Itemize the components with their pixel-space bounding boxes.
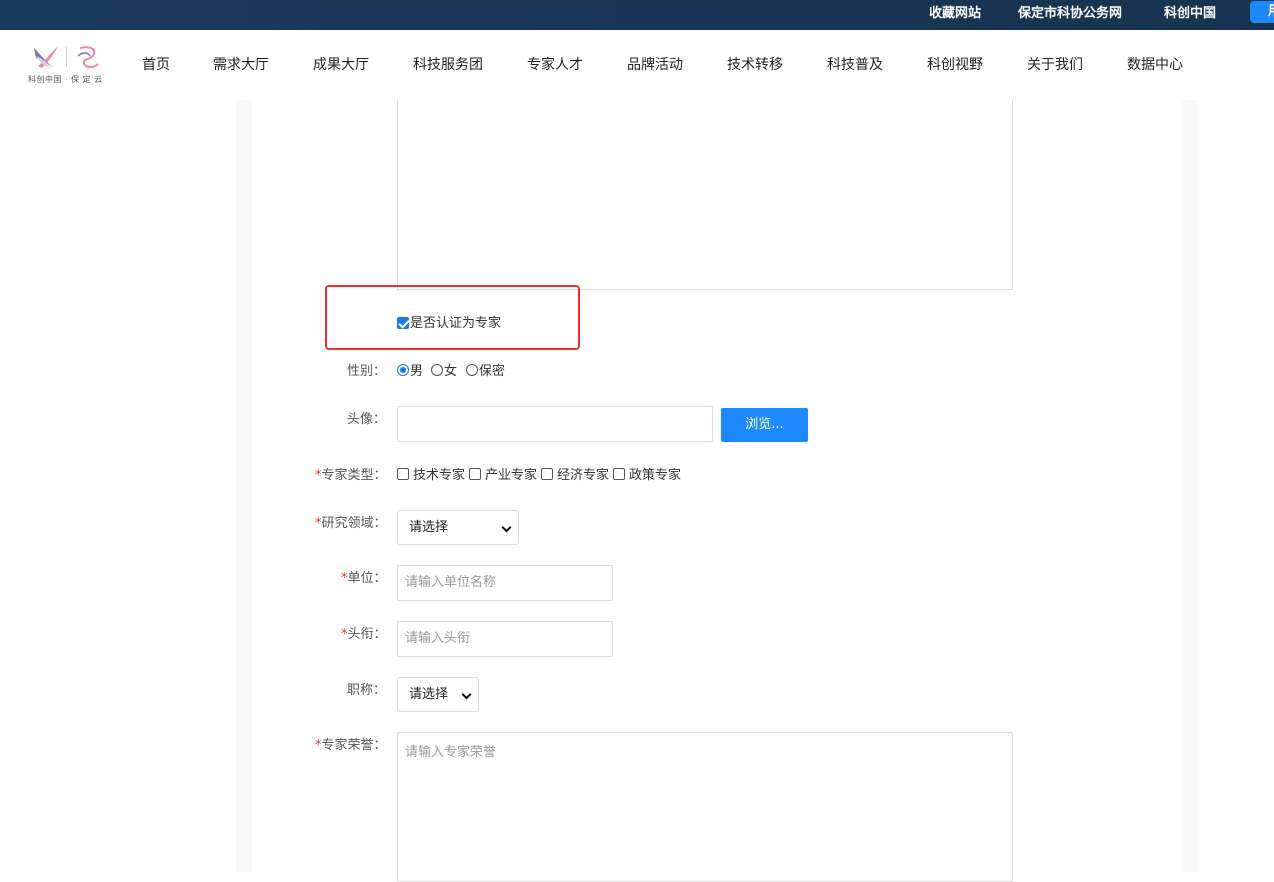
logo-separator: [66, 47, 67, 67]
site-logo[interactable]: 科创中国 · 保 定 云: [28, 44, 104, 86]
certify-expert-label: 是否认证为专家: [410, 316, 502, 331]
gender-radio-secret[interactable]: [466, 364, 478, 376]
honors-label-text: 专家荣誉：: [321, 738, 387, 753]
nav-science-popularization[interactable]: 科技普及: [827, 56, 883, 74]
gender-option-secret: 保密: [479, 364, 506, 379]
research-field-value: 请选择: [409, 520, 449, 535]
gender-option-male: 男: [410, 364, 424, 379]
chevron-down-icon: [501, 522, 512, 533]
nav-achievement-hall[interactable]: 成果大厅: [313, 56, 369, 74]
nav-demand-hall[interactable]: 需求大厅: [213, 56, 269, 74]
top-bar: 收藏网站 保定市科协公务网 科创中国 用: [0, 0, 1274, 30]
gender-option-female: 女: [444, 364, 458, 379]
expert-type-tech-label: 技术专家: [413, 468, 466, 483]
research-field-select[interactable]: 请选择: [397, 510, 519, 545]
expert-type-label-text: 专家类型：: [321, 468, 387, 483]
expert-type-policy-checkbox[interactable]: [613, 468, 625, 480]
job-title-label: 职称：: [347, 683, 387, 698]
unit-input[interactable]: 请输入单位名称: [397, 565, 613, 601]
headline-label-text: 头衔：: [347, 627, 387, 642]
expert-type-economy-label: 经济专家: [557, 468, 610, 483]
certify-expert-checkbox[interactable]: [397, 317, 409, 329]
association-office-link[interactable]: 保定市科协公务网: [1018, 0, 1122, 30]
nav-tech-transfer[interactable]: 技术转移: [727, 56, 783, 74]
previous-textarea[interactable]: [397, 100, 1013, 290]
logo-swirl-icon: [77, 46, 99, 68]
logo-text: 科创中国 · 保 定 云: [28, 75, 103, 84]
nav-expert-talent[interactable]: 专家人才: [527, 56, 583, 74]
job-title-select[interactable]: 请选择: [397, 677, 479, 712]
avatar-label: 头像：: [347, 412, 387, 427]
nav-data-center[interactable]: 数据中心: [1127, 56, 1183, 74]
user-button[interactable]: 用: [1250, 1, 1274, 23]
avatar-file-field[interactable]: [397, 406, 713, 442]
job-title-value: 请选择: [409, 687, 449, 702]
unit-label-text: 单位：: [347, 571, 387, 586]
nav-innovation-vision[interactable]: 科创视野: [927, 56, 983, 74]
nav-about-us[interactable]: 关于我们: [1027, 56, 1083, 74]
bookmark-site-link[interactable]: 收藏网站: [929, 0, 981, 30]
nav-brand-activity[interactable]: 品牌活动: [627, 56, 683, 74]
gender-label: 性别：: [347, 364, 387, 379]
nav-service-group[interactable]: 科技服务团: [413, 56, 483, 74]
headline-label: *头衔：: [341, 627, 387, 643]
browse-button[interactable]: 浏览...: [721, 408, 808, 442]
gender-radio-female[interactable]: [431, 364, 443, 376]
expert-type-policy-label: 政策专家: [629, 468, 682, 483]
expert-type-label: *专家类型：: [315, 468, 387, 484]
nav-home[interactable]: 首页: [142, 56, 170, 74]
research-field-label-text: 研究领域：: [321, 516, 387, 531]
expert-type-industry-checkbox[interactable]: [469, 468, 481, 480]
kechuang-china-link[interactable]: 科创中国: [1164, 0, 1216, 30]
expert-type-industry-label: 产业专家: [485, 468, 538, 483]
chevron-down-icon: [461, 689, 472, 700]
expert-type-economy-checkbox[interactable]: [541, 468, 553, 480]
research-field-label: *研究领域：: [315, 516, 387, 532]
headline-input[interactable]: 请输入头衔: [397, 621, 613, 657]
logo-bird-icon: [34, 46, 58, 68]
honors-label: *专家荣誉：: [315, 738, 387, 754]
gender-radio-male[interactable]: [397, 364, 409, 376]
unit-label: *单位：: [341, 571, 387, 587]
expert-type-tech-checkbox[interactable]: [397, 468, 409, 480]
honors-textarea[interactable]: 请输入专家荣誉: [397, 732, 1013, 882]
